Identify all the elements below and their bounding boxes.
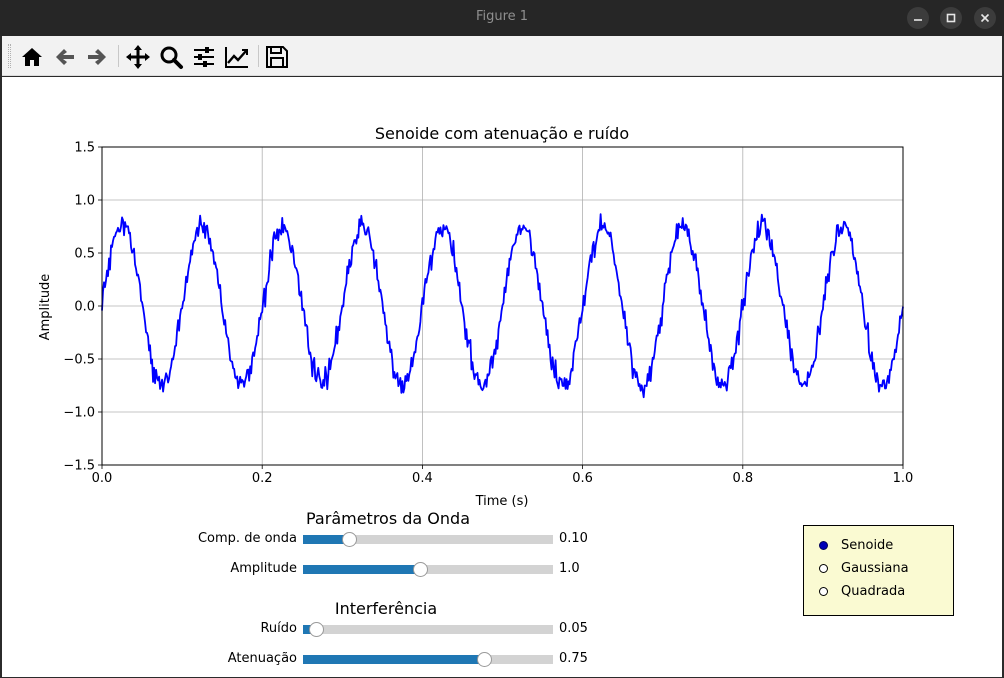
save-button[interactable] (264, 44, 290, 70)
x-tick-label: 0.6 (572, 471, 593, 486)
slider-handle[interactable] (341, 532, 357, 547)
slider-handle[interactable] (413, 562, 428, 577)
pan-button[interactable] (125, 44, 151, 70)
radio-option-label: Quadrada (841, 584, 906, 599)
configure-subplots-button[interactable] (191, 44, 217, 70)
y-tick-label: −1.5 (63, 459, 95, 474)
slider-value: 0.75 (559, 651, 588, 666)
slider-value: 0.05 (559, 621, 588, 636)
maximize-icon (946, 13, 956, 23)
minimize-icon (914, 19, 922, 21)
toolbar-separator (258, 45, 259, 67)
waveform-radio-group: Senoide Gaussiana Quadrada (803, 525, 954, 616)
radio-button-icon[interactable] (819, 541, 828, 550)
minimize-button[interactable] (907, 7, 929, 29)
slider-track[interactable] (303, 652, 553, 667)
y-tick-label: 1.0 (74, 194, 95, 209)
navigation-toolbar (2, 36, 1002, 76)
maximize-button[interactable] (940, 7, 962, 29)
forward-arrow-icon (88, 49, 106, 65)
save-icon (266, 46, 288, 68)
slider-value: 1.0 (559, 561, 580, 576)
x-tick-label: 1.0 (893, 471, 914, 486)
zoom-icon (160, 46, 183, 69)
slider-handle[interactable] (476, 652, 492, 667)
close-icon (980, 13, 990, 23)
home-button[interactable] (19, 44, 45, 70)
wave-params-title: Parâmetros da Onda (306, 509, 470, 528)
y-tick-label: 0.5 (74, 247, 95, 262)
y-tick-label: 1.5 (74, 141, 95, 156)
y-tick-label: −1.0 (63, 406, 95, 421)
slider-label: Amplitude (230, 561, 297, 576)
radio-option-label: Gaussiana (841, 561, 909, 576)
figure-canvas[interactable]: 0.0 0.2 0.4 0.6 0.8 1.0 −1.5 −1.0 −0.5 0.0 0.5 1.0 1… (2, 77, 1002, 677)
x-tick-label: 0.2 (252, 471, 273, 486)
back-arrow-icon (56, 49, 74, 65)
close-button[interactable] (974, 7, 996, 29)
x-tick-label: 0.8 (732, 471, 753, 486)
axis-ticks: 0.0 0.2 0.4 0.6 0.8 1.0−1.5−1.0−0.50.00.51.01… (63, 141, 913, 487)
edit-axis-button[interactable] (224, 44, 250, 70)
window-title: Figure 1 (475, 9, 529, 24)
interference-title: Interferência (334, 599, 438, 618)
slider-label: Ruído (260, 621, 297, 636)
toolbar-grip[interactable] (8, 44, 11, 68)
zoom-button[interactable] (158, 44, 184, 70)
configure-subplots-icon (194, 47, 214, 67)
radio-button-icon[interactable] (819, 564, 828, 573)
home-icon (22, 48, 42, 66)
toolbar-separator (118, 45, 119, 67)
slider-track[interactable] (303, 622, 553, 637)
pan-icon (126, 45, 150, 69)
edit-axis-icon (225, 47, 248, 68)
chart-title: Senoide com atenuação e ruído (375, 124, 629, 143)
slider-label: Atenuação (227, 651, 297, 666)
y-tick-label: 0.0 (74, 300, 95, 315)
y-tick-label: −0.5 (63, 353, 95, 368)
slider-value: 0.10 (559, 531, 588, 546)
slider-track[interactable] (303, 562, 553, 577)
slider-label: Comp. de onda (197, 531, 297, 546)
forward-button[interactable] (84, 44, 110, 70)
slider-fill (303, 565, 421, 574)
slider-fill (303, 655, 485, 664)
waveform-line (101, 213, 904, 399)
y-axis-label: Amplitude (38, 274, 53, 341)
x-axis-label: Time (s) (475, 494, 529, 509)
back-button[interactable] (52, 44, 78, 70)
radio-button-icon[interactable] (819, 587, 828, 596)
x-tick-label: 0.4 (412, 471, 433, 486)
radio-option-label: Senoide (841, 538, 894, 553)
window-titlebar[interactable]: Figure 1 (0, 0, 1004, 36)
slider-track[interactable] (303, 532, 553, 547)
